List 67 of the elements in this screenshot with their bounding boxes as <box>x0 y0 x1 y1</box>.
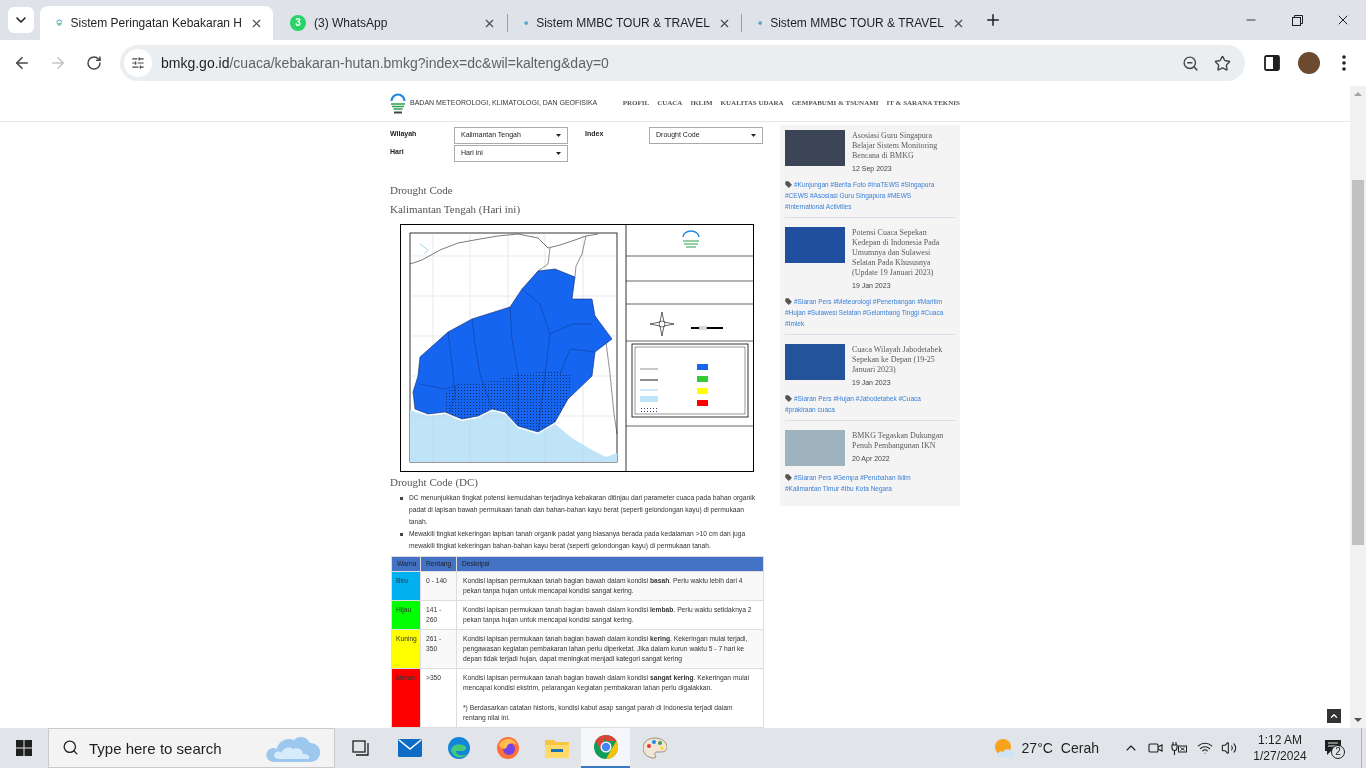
photo-placeholder <box>785 227 845 263</box>
tag-icon <box>785 474 792 481</box>
four-panes-icon <box>16 740 32 756</box>
browser-tab[interactable]: Sistem Peringatan Kebakaran H <box>40 6 273 40</box>
tag-icon <box>785 181 792 188</box>
taskbar-app-button[interactable] <box>581 728 630 768</box>
folder-icon <box>544 738 569 758</box>
scrollbar[interactable] <box>1350 86 1366 728</box>
camera-icon <box>1147 741 1163 755</box>
speaker-icon <box>1221 740 1237 756</box>
side-panel-icon <box>1264 55 1280 71</box>
browser-tab[interactable]: Sistem MMBC TOUR & TRAVEL <box>508 6 741 40</box>
site-info-button[interactable] <box>124 49 152 77</box>
star-icon <box>1213 54 1231 72</box>
url-text: bmkg.go.id/cuaca/kebakaran-hutan.bmkg?index=dc&wil=kalteng&day=0 <box>161 53 609 73</box>
plug-battery-icon <box>1171 741 1188 755</box>
section-title: Drought Code (DC) <box>390 475 479 489</box>
wave-circle-icon <box>447 737 470 759</box>
reload-icon <box>86 55 102 71</box>
agency-logo-icon <box>390 92 406 115</box>
chevron-up-icon <box>1329 711 1339 721</box>
page-subtitle: Kalimantan Tengah (Hari ini) <box>390 202 522 216</box>
tab-search-button[interactable] <box>8 7 34 33</box>
photo-placeholder <box>785 130 845 166</box>
zoom-out-icon <box>1181 54 1199 72</box>
profile-button[interactable] <box>1297 51 1321 75</box>
restore-icon <box>1291 14 1303 26</box>
news-title[interactable]: Potensi Cuaca Sepekan Kedepan di Indonesia Pada Umumnya dan Sulawesi Selatan Pada Khususnya (Update 19 Januari 2023) <box>852 228 955 278</box>
photo-placeholder <box>785 344 845 380</box>
bullet-icon <box>400 533 403 536</box>
notification-count: 2 <box>1331 745 1345 759</box>
browser-tab[interactable]: Sistem MMBC TOUR & TRAVEL <box>742 6 975 40</box>
sliders-icon <box>131 56 145 70</box>
weather-button[interactable]: 27°C Cerah <box>987 728 1107 768</box>
menu-icon <box>1342 55 1346 71</box>
news-title[interactable]: Cuaca Wilayah Jabodetabek Sepekan ke Depan (19-25 Januari 2023) <box>852 345 955 375</box>
news-title[interactable]: BMKG Tegaskan Dukungan Penuh Pembangunan IKN <box>852 431 955 451</box>
search-field[interactable]: Type here to search <box>48 728 335 768</box>
address-bar[interactable]: bmkg.go.id/cuaca/kebakaran-hutan.bmkg?index=dc&wil=kalteng&day=0 <box>120 45 1245 81</box>
browser-tab[interactable]: 3 (3) WhatsApp <box>274 6 507 40</box>
scroll-up-arrow-icon <box>1354 92 1362 96</box>
page-title: Drought Code <box>390 183 454 197</box>
scrollbar-thumb[interactable] <box>1352 180 1364 545</box>
search-icon <box>62 739 79 756</box>
clock-button[interactable]: 1:12 AM 1/27/2024 <box>1245 728 1315 768</box>
avatar-icon <box>1298 52 1320 74</box>
bullet-icon <box>400 497 403 500</box>
sun-cloud-icon <box>993 738 1016 758</box>
scroll-down-arrow-icon <box>1354 718 1362 722</box>
forward-arrow-icon <box>49 54 67 72</box>
caret-icon <box>751 134 756 137</box>
plus-icon <box>984 11 1002 29</box>
caret-icon <box>556 134 561 137</box>
favicon-badge: 3 <box>290 15 306 31</box>
fox-circle-icon <box>496 737 519 759</box>
envelope-icon <box>397 739 422 757</box>
tag-icon <box>785 298 792 305</box>
news-title[interactable]: Asosiasi Guru Singapura Belajar Sistem Monitoring Bencana di BMKG <box>852 131 955 161</box>
segmented-circle-icon <box>593 735 618 759</box>
task-view-icon <box>350 739 371 757</box>
back-to-top-button[interactable] <box>1327 709 1341 723</box>
caret-icon <box>556 152 561 155</box>
wifi-icon <box>1196 740 1213 756</box>
photo-placeholder <box>785 430 845 466</box>
tag-icon <box>785 395 792 402</box>
palette-icon <box>642 737 667 759</box>
notifications-button[interactable]: 2 <box>1317 728 1349 768</box>
